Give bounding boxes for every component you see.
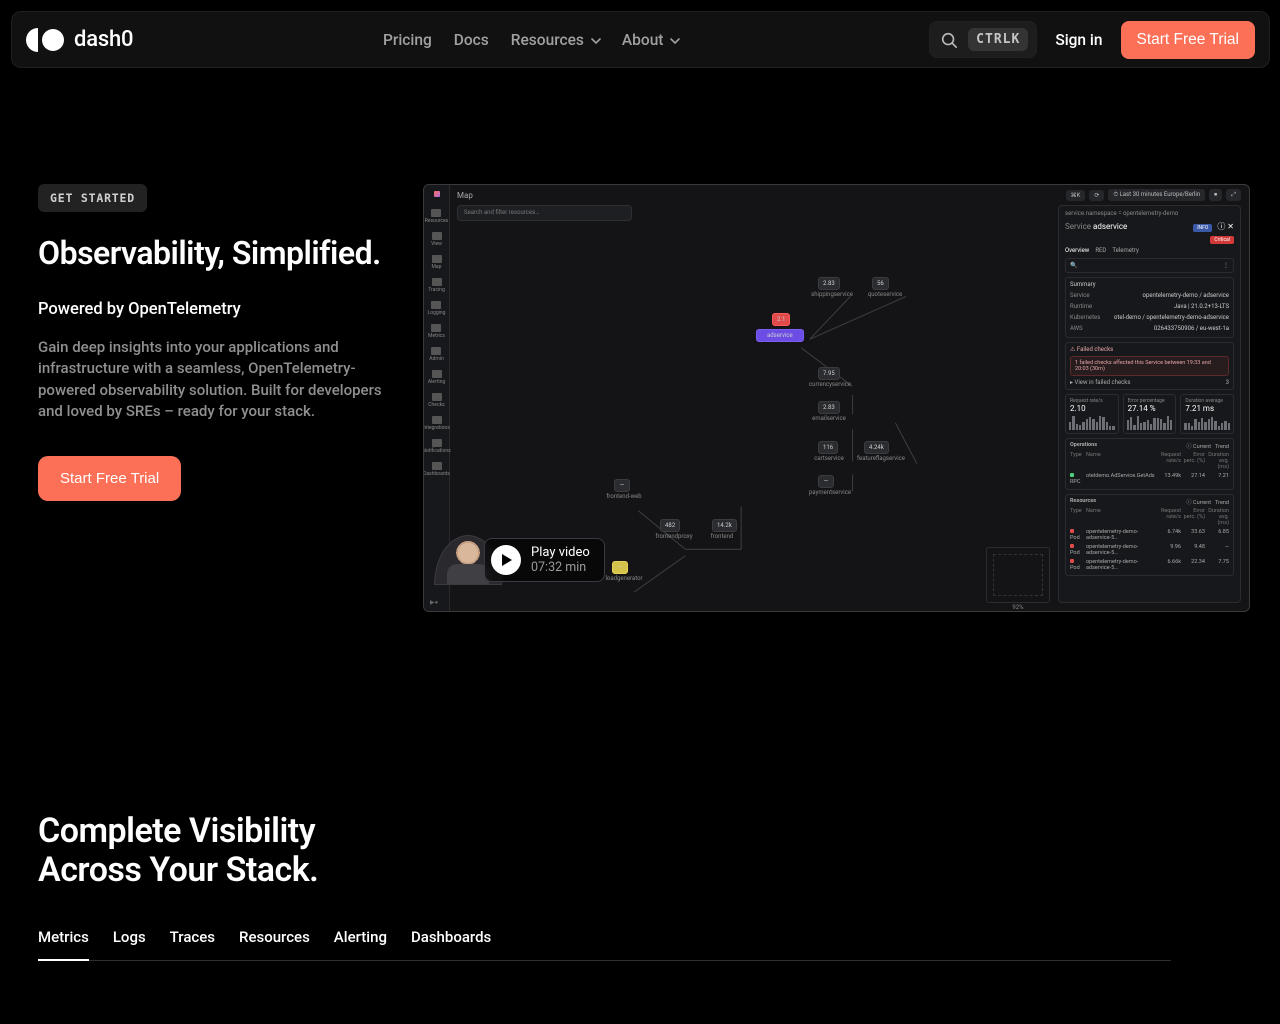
hero-copy: GET STARTED Observability, Simplified. P… <box>38 184 383 501</box>
nav-resources[interactable]: Resources <box>511 31 600 49</box>
tab-dashboards[interactable]: Dashboards <box>411 928 491 946</box>
shot-rail-item: Tracing <box>428 278 445 293</box>
visibility-heading: Complete Visibility Across Your Stack. <box>38 812 318 890</box>
panel-search: 🔍⋮ <box>1065 258 1234 273</box>
tab-metrics[interactable]: Metrics <box>38 928 89 946</box>
play-card[interactable]: Play video 07:32 min <box>484 538 605 583</box>
hero-body: Gain deep insights into your application… <box>38 337 383 422</box>
start-trial-button[interactable]: Start Free Trial <box>1121 21 1256 59</box>
signin-link[interactable]: Sign in <box>1051 31 1106 49</box>
play-icon <box>491 545 521 575</box>
node-adservice: adservice <box>756 329 804 342</box>
shot-time-range: ⏱ Last 30 minutes Europe/Berlin <box>1108 189 1205 201</box>
node-featureflagservice: 4.24k <box>864 441 889 454</box>
panel-title: Service adservice INFO ⓘ ✕ <box>1065 221 1234 232</box>
play-duration: 07:32 min <box>531 560 590 575</box>
tab-logs[interactable]: Logs <box>113 928 146 946</box>
node-shippingservice: 2.83 <box>818 277 840 290</box>
shot-stop-icon: ⏹ <box>1209 189 1222 201</box>
tab-alerting[interactable]: Alerting <box>334 928 387 946</box>
nav-docs[interactable]: Docs <box>454 31 489 49</box>
shot-rail-item: Admin <box>429 347 443 362</box>
hero-subtitle: Powered by OpenTelemetry <box>38 300 383 319</box>
resources-table: Resources ⓘ Current Trend TypeNameReques… <box>1065 494 1234 576</box>
shot-rail-item: Notifications <box>423 439 451 454</box>
node-cartservice: 116 <box>818 441 838 454</box>
shot-rail-item: View <box>431 232 442 247</box>
nav-about[interactable]: About <box>622 31 680 49</box>
top-nav: dash0 Pricing Docs Resources About CTRLK… <box>11 11 1270 68</box>
shot-breadcrumb: Map <box>457 191 473 200</box>
panel-crumb: service.namespace = opentelemetry-demo <box>1065 210 1234 217</box>
summary-card: Summary Serviceopentelemetry-demo / adse… <box>1065 277 1234 338</box>
shot-footer-logo-icon: ▶● <box>430 599 438 606</box>
brand-name: dash0 <box>74 27 133 52</box>
node-frontend-web: — <box>614 479 630 492</box>
hero-start-trial-button[interactable]: Start Free Trial <box>38 456 181 501</box>
node-frontendproxy: 482 <box>660 519 680 532</box>
shot-minimap <box>986 547 1050 603</box>
shot-time-controls: ⌘K ⟳ ⏱ Last 30 minutes Europe/Berlin ⏹ ⤢ <box>1066 189 1241 201</box>
chevron-down-icon <box>590 35 600 45</box>
get-started-pill: GET STARTED <box>38 184 147 212</box>
metrics-row: Request rate/s2.10Error percentage27.14 … <box>1065 394 1234 434</box>
logo-mark-icon <box>26 28 64 52</box>
play-label: Play video <box>531 545 590 561</box>
status-badge: Critical <box>1210 236 1234 244</box>
nav-actions: CTRLK Sign in Start Free Trial <box>929 21 1255 59</box>
search-button[interactable]: CTRLK <box>929 21 1037 58</box>
shot-rail-item: Resources <box>425 209 448 224</box>
failed-checks-card: ⚠ Failed checks 1 failed checks affected… <box>1065 342 1234 390</box>
nav-resources-label: Resources <box>511 31 584 49</box>
product-screenshot: Resources View Map Tracing Logging Metrics Adm… <box>423 184 1250 612</box>
shot-search-input: Search and filter resources… <box>457 205 632 221</box>
shot-rail-item: Integrations <box>423 416 450 431</box>
node-emailservice: 2.83 <box>818 401 840 414</box>
shot-detail-panel: service.namespace = opentelemetry-demo S… <box>1058 205 1241 603</box>
play-video-overlay[interactable]: Play video 07:32 min <box>434 535 605 585</box>
operations-table: Operations ⓘ Current Trend TypeNameReque… <box>1065 438 1234 490</box>
nav-pricing[interactable]: Pricing <box>383 31 432 49</box>
node-currencyservice: 7.95 <box>818 367 840 380</box>
logo[interactable]: dash0 <box>26 27 133 52</box>
shot-kbd-icon: ⌘K <box>1066 190 1086 201</box>
node-loadgenerator: — <box>612 561 628 574</box>
shot-expand-icon: ⤢ <box>1226 189 1241 201</box>
nav-about-label: About <box>622 31 664 49</box>
shot-zoom: 92% <box>986 604 1050 611</box>
shot-refresh-icon: ⟳ <box>1089 190 1104 201</box>
feature-tabs: Metrics Logs Traces Resources Alerting Dashbo… <box>38 928 1171 961</box>
panel-tabs: Overview RED Telemetry <box>1065 247 1234 254</box>
nav-links: Pricing Docs Resources About <box>133 31 929 49</box>
shot-rail-item: Logging <box>428 301 446 316</box>
node-frontend: 14.2k <box>712 519 737 532</box>
shot-rail-item: Map <box>432 255 442 270</box>
node-quoteservice: 56 <box>872 277 889 290</box>
hero: GET STARTED Observability, Simplified. P… <box>38 184 1250 612</box>
node-paymentservice: — <box>818 475 834 488</box>
shot-rail-item: Metrics <box>428 324 445 339</box>
tab-traces[interactable]: Traces <box>170 928 215 946</box>
chevron-down-icon <box>669 35 679 45</box>
search-shortcut: CTRLK <box>968 28 1028 51</box>
tab-resources[interactable]: Resources <box>239 928 310 946</box>
shot-rail-item: Alerting <box>428 370 445 385</box>
search-icon <box>940 31 958 49</box>
hero-title: Observability, Simplified. <box>38 234 383 272</box>
node-adservice-red: 2.1 <box>772 313 790 326</box>
shot-rail-item: Dashboards <box>423 462 450 477</box>
shot-rail-item: Checks <box>428 393 444 408</box>
